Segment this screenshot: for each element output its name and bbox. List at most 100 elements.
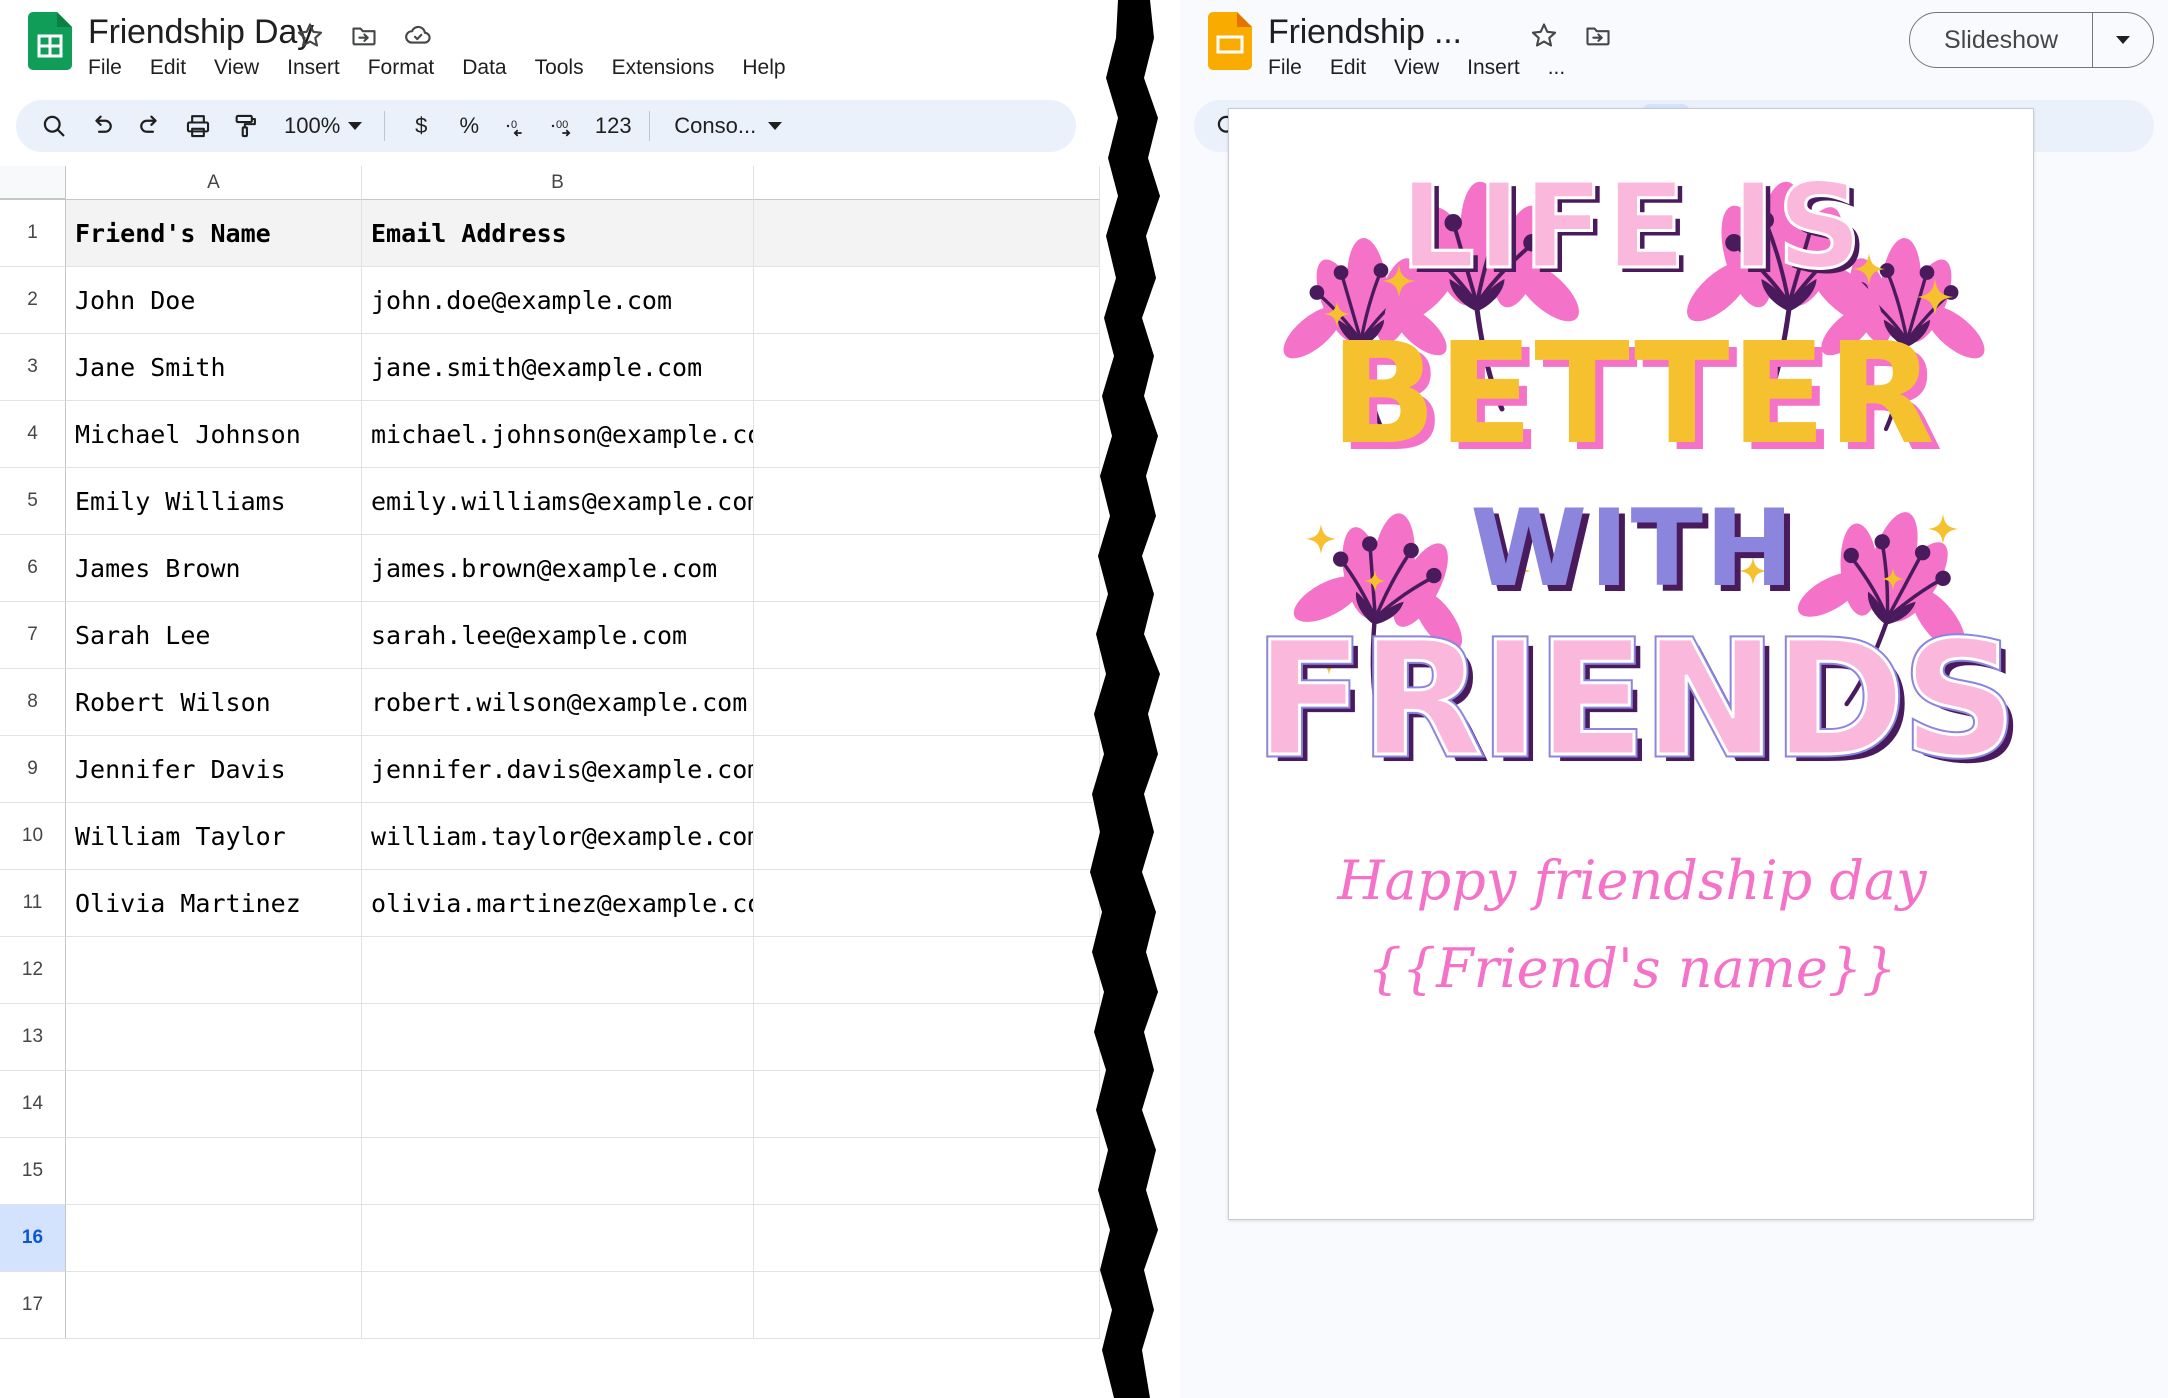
cell-A9[interactable]: Jennifer Davis bbox=[66, 736, 362, 803]
cell-A7[interactable]: Sarah Lee bbox=[66, 602, 362, 669]
cell-A6[interactable]: James Brown bbox=[66, 535, 362, 602]
cell-C1[interactable] bbox=[754, 200, 1100, 267]
menu-insert[interactable]: Insert bbox=[273, 53, 354, 83]
cell-A8[interactable]: Robert Wilson bbox=[66, 669, 362, 736]
cloud-saved-icon[interactable] bbox=[404, 21, 432, 49]
cell-B5[interactable]: emily.williams@example.com bbox=[362, 468, 754, 535]
row-header-12[interactable]: 12 bbox=[0, 937, 66, 1004]
search-icon[interactable] bbox=[30, 104, 78, 148]
menu-edit[interactable]: Edit bbox=[1316, 53, 1380, 83]
google-sheets-icon[interactable] bbox=[28, 12, 72, 70]
move-to-folder-icon[interactable] bbox=[350, 21, 378, 49]
menu-tools[interactable]: Tools bbox=[521, 53, 598, 83]
column-header-b[interactable]: B bbox=[362, 166, 754, 200]
cell-A16[interactable] bbox=[66, 1205, 362, 1272]
menu-help[interactable]: Help bbox=[728, 53, 799, 83]
row-header-16[interactable]: 16 bbox=[0, 1205, 66, 1272]
row-header-4[interactable]: 4 bbox=[0, 401, 66, 468]
cell-C15[interactable] bbox=[754, 1138, 1100, 1205]
decrease-decimal-icon[interactable]: 0 bbox=[493, 104, 541, 148]
select-all-corner[interactable] bbox=[0, 166, 66, 200]
cell-A15[interactable] bbox=[66, 1138, 362, 1205]
slideshow-button[interactable]: Slideshow bbox=[1909, 12, 2154, 68]
cell-C6[interactable] bbox=[754, 535, 1100, 602]
cell-B1[interactable]: Email Address bbox=[362, 200, 754, 267]
menu-view[interactable]: View bbox=[1380, 53, 1453, 83]
cell-A14[interactable] bbox=[66, 1071, 362, 1138]
percent-format-button[interactable]: % bbox=[445, 104, 493, 148]
cell-C12[interactable] bbox=[754, 937, 1100, 1004]
cell-C16[interactable] bbox=[754, 1205, 1100, 1272]
cell-A11[interactable]: Olivia Martinez bbox=[66, 870, 362, 937]
cell-C4[interactable] bbox=[754, 401, 1100, 468]
cell-B8[interactable]: robert.wilson@example.com bbox=[362, 669, 754, 736]
cell-B14[interactable] bbox=[362, 1071, 754, 1138]
cell-B15[interactable] bbox=[362, 1138, 754, 1205]
cell-A1[interactable]: Friend's Name bbox=[66, 200, 362, 267]
row-header-10[interactable]: 10 bbox=[0, 803, 66, 870]
column-header-c[interactable] bbox=[754, 166, 1100, 200]
menu-edit[interactable]: Edit bbox=[136, 53, 200, 83]
cell-C10[interactable] bbox=[754, 803, 1100, 870]
font-family-selector[interactable]: Conso... bbox=[662, 106, 792, 146]
cell-C7[interactable] bbox=[754, 602, 1100, 669]
row-header-14[interactable]: 14 bbox=[0, 1071, 66, 1138]
row-header-3[interactable]: 3 bbox=[0, 334, 66, 401]
google-slides-icon[interactable] bbox=[1208, 12, 1252, 70]
cell-B10[interactable]: william.taylor@example.com bbox=[362, 803, 754, 870]
cell-A13[interactable] bbox=[66, 1004, 362, 1071]
cell-C8[interactable] bbox=[754, 669, 1100, 736]
cell-B17[interactable] bbox=[362, 1272, 754, 1339]
menu-file[interactable]: File bbox=[1268, 53, 1316, 83]
cell-A2[interactable]: John Doe bbox=[66, 267, 362, 334]
row-header-7[interactable]: 7 bbox=[0, 602, 66, 669]
cell-C17[interactable] bbox=[754, 1272, 1100, 1339]
row-header-6[interactable]: 6 bbox=[0, 535, 66, 602]
menu-view[interactable]: View bbox=[200, 53, 273, 83]
menu-insert[interactable]: Insert bbox=[1453, 53, 1534, 83]
row-header-2[interactable]: 2 bbox=[0, 267, 66, 334]
increase-decimal-icon[interactable]: 00 bbox=[541, 104, 589, 148]
slide-canvas[interactable]: LIFE IS LIFE IS LIFE IS BETTER BETTER WI… bbox=[1228, 108, 2034, 1220]
more-formats-button[interactable]: 123 bbox=[589, 104, 637, 148]
slides-document-title[interactable]: Friendship ... bbox=[1268, 13, 1462, 52]
row-header-5[interactable]: 5 bbox=[0, 468, 66, 535]
cell-C5[interactable] bbox=[754, 468, 1100, 535]
print-icon[interactable] bbox=[174, 104, 222, 148]
cell-A5[interactable]: Emily Williams bbox=[66, 468, 362, 535]
menu-more[interactable]: ... bbox=[1534, 53, 1580, 83]
cell-B9[interactable]: jennifer.davis@example.com bbox=[362, 736, 754, 803]
cell-C14[interactable] bbox=[754, 1071, 1100, 1138]
cell-C9[interactable] bbox=[754, 736, 1100, 803]
cell-C2[interactable] bbox=[754, 267, 1100, 334]
menu-extensions[interactable]: Extensions bbox=[598, 53, 729, 83]
menu-data[interactable]: Data bbox=[448, 53, 520, 83]
row-header-8[interactable]: 8 bbox=[0, 669, 66, 736]
cell-B3[interactable]: jane.smith@example.com bbox=[362, 334, 754, 401]
cell-B2[interactable]: john.doe@example.com bbox=[362, 267, 754, 334]
cell-A4[interactable]: Michael Johnson bbox=[66, 401, 362, 468]
column-header-a[interactable]: A bbox=[66, 166, 362, 200]
row-header-17[interactable]: 17 bbox=[0, 1272, 66, 1339]
cell-B12[interactable] bbox=[362, 937, 754, 1004]
row-header-15[interactable]: 15 bbox=[0, 1138, 66, 1205]
currency-format-button[interactable]: $ bbox=[397, 104, 445, 148]
cell-A17[interactable] bbox=[66, 1272, 362, 1339]
cell-B11[interactable]: olivia.martinez@example.com bbox=[362, 870, 754, 937]
slideshow-options-dropdown[interactable] bbox=[2093, 13, 2153, 67]
zoom-level-selector[interactable]: 100% bbox=[270, 106, 372, 146]
star-icon[interactable] bbox=[296, 21, 324, 49]
row-header-13[interactable]: 13 bbox=[0, 1004, 66, 1071]
cell-B7[interactable]: sarah.lee@example.com bbox=[362, 602, 754, 669]
undo-icon[interactable] bbox=[78, 104, 126, 148]
cell-A10[interactable]: William Taylor bbox=[66, 803, 362, 870]
sheets-document-title[interactable]: Friendship Day bbox=[88, 13, 314, 52]
cell-B13[interactable] bbox=[362, 1004, 754, 1071]
cell-C11[interactable] bbox=[754, 870, 1100, 937]
row-header-1[interactable]: 1 bbox=[0, 200, 66, 267]
redo-icon[interactable] bbox=[126, 104, 174, 148]
cell-B6[interactable]: james.brown@example.com bbox=[362, 535, 754, 602]
cell-B16[interactable] bbox=[362, 1205, 754, 1272]
cell-C13[interactable] bbox=[754, 1004, 1100, 1071]
row-header-9[interactable]: 9 bbox=[0, 736, 66, 803]
